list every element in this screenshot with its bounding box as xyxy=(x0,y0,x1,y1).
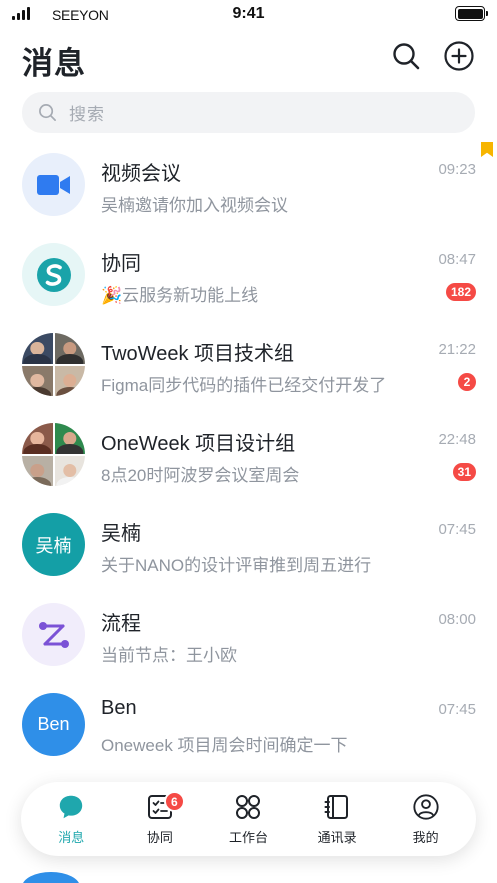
item-title: OneWeek 项目设计组 xyxy=(101,433,296,455)
battery-icon xyxy=(455,6,488,21)
item-title: 流程 xyxy=(101,613,141,635)
item-time: 21:22 xyxy=(438,341,476,358)
avatar: Ben xyxy=(22,693,85,756)
avatar-text: 吴楠 xyxy=(35,535,72,556)
search-icon xyxy=(393,43,420,70)
search-placeholder: 搜索 xyxy=(69,105,105,124)
item-time: 07:45 xyxy=(438,701,476,718)
status-bar: SEEYON 9:41 xyxy=(0,0,497,30)
search-button[interactable] xyxy=(390,40,422,72)
tab-contacts[interactable]: 通讯录 xyxy=(297,787,377,851)
item-preview: 8点20时阿波罗会议室周会 xyxy=(101,466,300,485)
item-preview: 吴楠邀请你加入视频会议 xyxy=(101,196,288,215)
list-item[interactable]: 流程 当前节点：王小欧 08:00 xyxy=(0,590,497,680)
item-preview: Figma同步代码的插件已经交付开发了 xyxy=(101,376,387,395)
item-time: 22:48 xyxy=(438,431,476,448)
group-avatar xyxy=(22,333,85,396)
item-preview: 关于NANO的设计评审推到周五进行 xyxy=(101,556,372,575)
unread-badge: 31 xyxy=(452,463,476,481)
avatar xyxy=(22,603,85,666)
list-item[interactable]: 视频会议 吴楠邀请你加入视频会议 09:23 xyxy=(0,140,497,230)
group-avatar xyxy=(22,423,85,486)
avatar-text: Ben xyxy=(37,714,70,734)
item-preview: Oneweek 项目周会时间确定一下 xyxy=(101,736,348,755)
collaboration-logo-icon xyxy=(36,257,71,292)
apps-grid-icon xyxy=(234,793,262,821)
plus-circle-icon xyxy=(444,41,474,71)
item-time: 09:23 xyxy=(438,161,476,178)
item-time: 08:47 xyxy=(438,251,476,268)
list-item[interactable]: OneWeek 项目设计组 8点20时阿波罗会议室周会 22:48 31 xyxy=(0,410,497,500)
tab-label: 协同 xyxy=(146,829,173,845)
item-title: 协同 xyxy=(101,253,141,275)
tab-workbench[interactable]: 工作台 xyxy=(208,787,288,851)
tab-label: 消息 xyxy=(58,829,85,845)
tab-badge: 6 xyxy=(163,791,185,812)
avatar xyxy=(22,243,85,306)
video-camera-icon xyxy=(36,174,70,195)
status-time: 9:41 xyxy=(232,5,265,22)
chat-bubble-icon xyxy=(57,793,85,821)
item-time: 08:00 xyxy=(438,611,476,628)
list-item[interactable]: Ben Ben Oneweek 项目周会时间确定一下 07:45 xyxy=(0,680,497,770)
item-preview: 当前节点：王小欧 xyxy=(101,646,237,665)
search-input[interactable]: 搜索 xyxy=(22,92,475,133)
unread-badge: 2 xyxy=(458,373,476,391)
item-preview: 🎉云服务新功能上线 xyxy=(101,286,259,305)
avatar: 吴楠 xyxy=(22,513,85,576)
list-item[interactable]: TwoWeek 项目技术组 Figma同步代码的插件已经交付开发了 21:22 … xyxy=(0,320,497,410)
workflow-icon xyxy=(38,621,69,648)
bottom-tab-bar: 消息 协同 6 工作台 通讯录 我的 xyxy=(21,782,476,856)
tab-label: 工作台 xyxy=(228,829,268,845)
tab-profile[interactable]: 我的 xyxy=(386,787,466,851)
message-list: 视频会议 吴楠邀请你加入视频会议 09:23 协同 🎉云服务新功能上线 08:4… xyxy=(0,140,497,770)
unread-badge: 182 xyxy=(445,283,476,301)
item-title: Ben xyxy=(101,697,137,719)
list-item[interactable]: 协同 🎉云服务新功能上线 08:47 182 xyxy=(0,230,497,320)
avatar xyxy=(22,872,80,883)
page-title: 消息 xyxy=(22,46,86,81)
tab-label: 通讯录 xyxy=(317,829,357,845)
item-title: 视频会议 xyxy=(101,163,181,185)
header: 消息 xyxy=(0,30,497,86)
add-button[interactable] xyxy=(443,40,475,72)
tab-label: 我的 xyxy=(412,829,439,845)
item-time: 07:45 xyxy=(438,521,476,538)
avatar xyxy=(22,153,85,216)
search-icon xyxy=(39,104,56,121)
contacts-book-icon xyxy=(323,793,351,821)
tab-collaboration[interactable]: 协同 6 xyxy=(120,787,200,851)
profile-icon xyxy=(412,793,440,821)
tab-messages[interactable]: 消息 xyxy=(31,787,111,851)
list-item[interactable]: 吴楠 吴楠 关于NANO的设计评审推到周五进行 07:45 xyxy=(0,500,497,590)
item-title: 吴楠 xyxy=(101,523,141,545)
item-title: TwoWeek 项目技术组 xyxy=(101,343,294,365)
